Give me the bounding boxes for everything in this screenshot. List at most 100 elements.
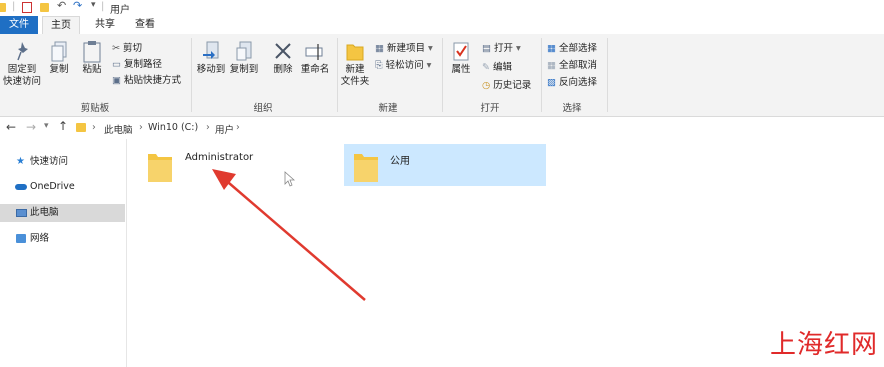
breadcrumb-this-pc[interactable]: 此电脑 [104,122,133,136]
copy-path-icon: ▭ [112,59,121,70]
paste-shortcut-button[interactable]: ▣ 粘贴快捷方式 [112,72,181,86]
breadcrumb-users[interactable]: 用户 [215,122,234,136]
new-item-label: 新建项目 [386,43,425,54]
open-button[interactable]: ▤ 打开 ▾ [482,40,521,54]
edit-label: 编辑 [492,62,512,73]
copy-button[interactable]: 复制 [46,40,72,76]
select-all-icon: ▦ [547,43,556,54]
open-label: 打开 [493,43,513,54]
history-icon: ◷ [482,80,491,91]
address-bar: ← → ▾ ↑ › 此电脑 › Win10 (C:) › 用户 › [0,117,884,139]
group-divider [191,38,192,112]
group-label-new: 新建 [378,103,398,114]
title-bar: | ↶ ↷ ▾ | 用户 [0,0,884,16]
easy-access-button[interactable]: ⎘ 轻松访问 ▾ [375,57,431,71]
group-divider [541,38,542,112]
nav-item-network[interactable]: 网络 [0,230,125,248]
back-arrow-icon[interactable]: ← [6,120,16,134]
group-divider [442,38,443,112]
tab-file[interactable]: 文件 [0,16,38,34]
nav-item-label: 网络 [30,233,50,244]
recent-locations-chevron-icon[interactable]: ▾ [44,121,49,131]
annotation-arrow [212,169,366,301]
delete-label: 删除 [273,64,293,75]
forward-arrow-icon[interactable]: → [26,120,36,134]
breadcrumb-drive-c[interactable]: Win10 (C:) [148,122,198,133]
pin-label-line1: 固定到 [7,64,37,75]
move-to-label: 移动到 [196,64,226,75]
properties-label: 属性 [451,64,471,75]
copy-path-button[interactable]: ▭ 复制路径 [112,56,162,70]
paste-label: 粘贴 [82,64,102,75]
nav-item-onedrive[interactable]: OneDrive [0,178,125,196]
customize-toolbar-icon[interactable]: ▾ [91,0,96,10]
tab-view[interactable]: 查看 [126,16,164,34]
delete-button[interactable]: 删除 [270,40,296,76]
rename-button[interactable]: 重命名 [299,40,331,76]
edit-button[interactable]: ✎ 编辑 [482,59,512,73]
new-folder-icon [346,44,364,61]
folder-icon [0,3,6,12]
paste-button[interactable]: 粘贴 [78,40,106,76]
properties-quick-icon[interactable] [22,2,32,13]
paste-shortcut-label: 粘贴快捷方式 [123,75,181,86]
properties-button[interactable]: 属性 [447,40,475,76]
ribbon: 固定到 快速访问 复制 粘贴 ✂ 剪切 ▭ 复制路径 ▣ 粘贴快捷方式 剪贴板 移动到… [0,34,884,117]
pin-label-line2: 快速访问 [2,76,41,87]
network-icon [16,234,26,243]
tab-share[interactable]: 共享 [86,16,124,34]
easy-access-label: 轻松访问 [385,60,424,71]
pin-quick-access-button[interactable]: 固定到 快速访问 [2,40,42,88]
copy-to-icon [236,41,252,61]
select-all-button[interactable]: ▦ 全部选择 [547,40,597,54]
select-none-label: 全部取消 [558,60,597,71]
breadcrumb-separator: › [236,122,240,133]
select-none-button[interactable]: ▦ 全部取消 [547,57,597,71]
computer-icon [16,209,27,217]
group-divider [337,38,338,112]
group-label-organize: 组织 [253,103,273,114]
group-label-clipboard: 剪贴板 [80,103,110,114]
navigation-pane: ★ 快速访问 OneDrive 此电脑 网络 [0,139,127,367]
nav-item-quick-access[interactable]: ★ 快速访问 [0,153,125,171]
history-label: 历史记录 [493,80,532,91]
copy-to-button[interactable]: 复制到 [229,40,259,76]
up-arrow-icon[interactable]: ↑ [58,119,68,133]
clipboard-icon [83,41,101,63]
new-folder-label-line2: 文件夹 [340,76,370,87]
invert-selection-label: 反向选择 [558,77,597,88]
select-none-icon: ▦ [547,60,556,71]
address-field[interactable]: › 此电脑 › Win10 (C:) › 用户 › [74,117,884,139]
new-folder-quick-icon[interactable] [40,3,49,12]
breadcrumb-separator: › [206,122,210,133]
chevron-down-icon: ▾ [513,43,521,54]
star-icon: ★ [16,156,25,167]
new-item-button[interactable]: ▦ 新建项目 ▾ [375,40,433,54]
redo-icon[interactable]: ↷ [73,0,82,12]
undo-icon[interactable]: ↶ [57,0,66,12]
copy-icon [51,41,67,62]
cloud-icon [15,184,27,190]
invert-selection-button[interactable]: ▨ 反向选择 [547,74,597,88]
scissors-icon: ✂ [112,43,120,54]
group-label-open: 打开 [480,103,500,114]
move-to-button[interactable]: 移动到 [196,40,226,76]
delete-x-icon [275,43,291,59]
rename-label: 重命名 [300,64,330,75]
folder-name: 公用 [390,156,410,167]
tab-home[interactable]: 主页 [42,16,80,34]
nav-item-this-pc[interactable]: 此电脑 [0,204,125,222]
paste-shortcut-icon: ▣ [112,75,121,86]
history-button[interactable]: ◷ 历史记录 [482,77,531,91]
folder-icon [148,154,172,182]
easy-access-icon: ⎘ [375,60,383,71]
cut-button[interactable]: ✂ 剪切 [112,40,142,54]
divider: | [101,1,105,12]
new-folder-button[interactable]: 新建 文件夹 [340,40,370,88]
select-all-label: 全部选择 [558,43,597,54]
nav-item-label: 快速访问 [30,156,69,167]
window-title: 用户 [110,5,130,16]
breadcrumb-separator: › [139,122,143,133]
move-to-icon [203,41,219,59]
group-label-select: 选择 [562,103,582,114]
